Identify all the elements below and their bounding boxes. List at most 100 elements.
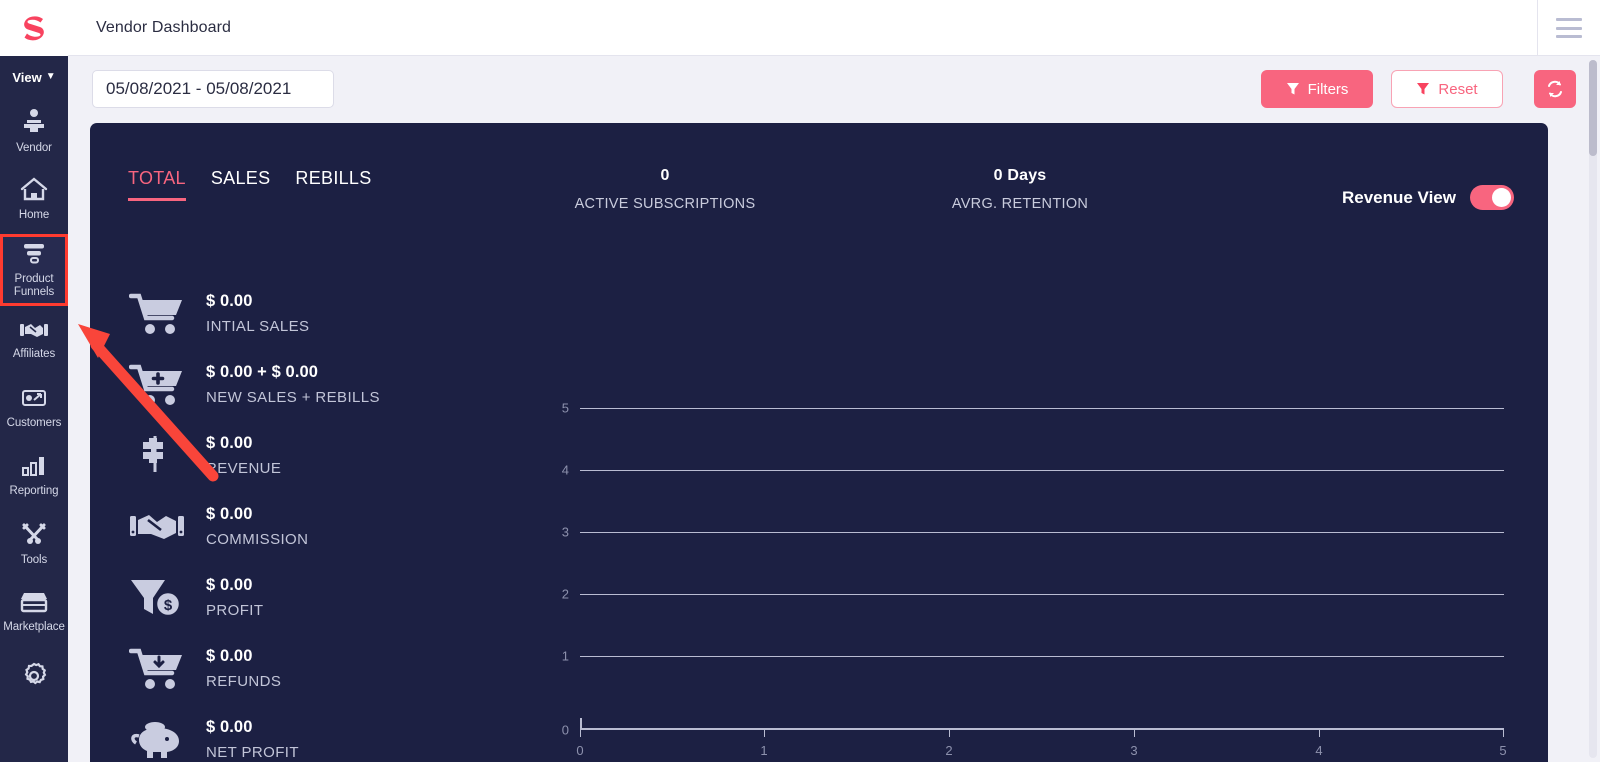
vendor-podium-icon <box>20 108 48 139</box>
dashboard-panel: TOTAL SALES REBILLS 0 ACTIVE SUBSCRIPTIO… <box>90 123 1548 762</box>
scrollbar-thumb[interactable] <box>1589 60 1597 156</box>
sidebar: View ▼ Vendor Home Product Funnels Affil… <box>0 0 68 762</box>
sidebar-item-label: Affiliates <box>12 347 56 360</box>
cart-plus-icon <box>126 363 188 407</box>
sidebar-item-vendor[interactable]: Vendor <box>0 98 68 166</box>
gridline: 2 <box>562 587 1504 602</box>
sidebar-item-product-funnels[interactable]: Product Funnels <box>0 234 68 307</box>
metric-new-sales-rebills: $ 0.00 + $ 0.00 NEW SALES + REBILLS <box>126 349 526 420</box>
sidebar-item-affiliates[interactable]: Affiliates <box>0 306 68 374</box>
vertical-scrollbar[interactable] <box>1589 60 1597 758</box>
brand-logo[interactable] <box>0 0 68 56</box>
metric-value: $ 0.00 <box>206 434 253 452</box>
refresh-button[interactable] <box>1534 70 1576 108</box>
sidebar-item-label: Vendor <box>16 142 52 155</box>
chart-plot-area: 5 4 3 2 1 0 0 1 2 3 4 5 <box>562 401 1507 759</box>
kpi-value: 0 <box>660 167 670 184</box>
hamburger-line <box>1556 35 1582 38</box>
y-axis-tick: 2 <box>561 586 569 602</box>
metric-label: NET PROFIT <box>206 744 299 761</box>
x-tick-mark <box>764 730 765 737</box>
kpi-value: 0 Days <box>993 167 1047 184</box>
filter-toolbar: Filters Reset <box>68 56 1600 123</box>
metric-label: INTIAL SALES <box>206 318 310 335</box>
handshake-affiliates-icon <box>19 320 49 345</box>
cart-download-refund-icon <box>126 647 188 691</box>
tools-wrench-icon <box>20 522 48 551</box>
filters-button-label: Filters <box>1307 80 1349 98</box>
metric-revenue: $ 0.00 REVENUE <box>126 420 526 491</box>
marketplace-storefront-icon <box>19 591 49 618</box>
sidebar-item-settings[interactable] <box>0 646 68 714</box>
revenue-chart: 5 4 3 2 1 0 0 1 2 3 4 5 <box>508 338 1528 762</box>
reset-button-label: Reset <box>1438 80 1478 98</box>
divider <box>1537 0 1538 56</box>
top-bar: Vendor Dashboard <box>68 0 1600 56</box>
metric-refunds: $ 0.00 REFUNDS <box>126 633 526 704</box>
funnel-filter-icon <box>1417 83 1430 95</box>
sidebar-item-marketplace[interactable]: Marketplace <box>0 578 68 646</box>
tab-total[interactable]: TOTAL <box>128 168 186 201</box>
metric-initial-sales: $ 0.00 INTIAL SALES <box>126 278 526 349</box>
x-tick-mark <box>1503 730 1504 737</box>
refresh-sync-icon <box>1548 80 1562 98</box>
revenue-view-toggle-group: Revenue View <box>1342 185 1514 210</box>
x-axis-tick: 5 <box>1499 743 1507 758</box>
sidebar-item-home[interactable]: Home <box>0 166 68 234</box>
metric-label: REVENUE <box>206 460 282 477</box>
x-tick-mark <box>1134 730 1135 737</box>
customers-icon <box>20 387 48 414</box>
panel-tabs: TOTAL SALES REBILLS <box>128 168 372 201</box>
metric-net-profit: $ 0.00 NET PROFIT <box>126 704 526 762</box>
metric-value: $ 0.00 <box>206 647 253 665</box>
kpi-average-retention: 0 Days AVRG. RETENTION <box>905 167 1135 212</box>
revenue-view-toggle[interactable] <box>1470 185 1514 210</box>
y-axis-tick: 5 <box>561 400 569 416</box>
metric-label: COMMISSION <box>206 531 309 548</box>
metrics-list: $ 0.00 INTIAL SALES $ 0.00 + $ 0.00 NEW … <box>126 278 526 762</box>
y-axis-tick: 1 <box>561 648 569 664</box>
tab-sales[interactable]: SALES <box>211 168 271 201</box>
x-tick-mark <box>580 730 581 737</box>
metric-label: NEW SALES + REBILLS <box>206 389 380 406</box>
kpi-active-subscriptions: 0 ACTIVE SUBSCRIPTIONS <box>550 167 780 212</box>
sidebar-item-label: Reporting <box>9 484 59 497</box>
sidebar-item-label: Product Funnels <box>13 273 55 299</box>
tab-rebills[interactable]: REBILLS <box>295 168 371 201</box>
y-axis-tick: 3 <box>561 524 569 540</box>
gridline: 4 <box>562 463 1504 478</box>
shopping-cart-icon <box>126 292 188 336</box>
x-axis-line <box>580 728 1504 730</box>
metric-value: $ 0.00 <box>206 576 253 594</box>
sidebar-view-label: View <box>12 69 42 85</box>
sidebar-item-customers[interactable]: Customers <box>0 374 68 442</box>
svg-text:$: $ <box>164 597 173 614</box>
y-axis-tick: 4 <box>561 462 569 478</box>
hamburger-menu-icon[interactable] <box>1556 18 1582 38</box>
reset-button[interactable]: Reset <box>1391 70 1503 108</box>
gridline: 1 <box>562 649 1504 664</box>
sidebar-item-label: Tools <box>20 553 48 566</box>
funnel-logo-icon <box>24 16 44 41</box>
gear-settings-icon <box>19 661 49 696</box>
metric-profit: $ $ 0.00 PROFIT <box>126 562 526 633</box>
funnel-filter-icon <box>1286 83 1299 95</box>
vendor-dashboard-screen: View ▼ Vendor Home Product Funnels Affil… <box>0 0 1600 762</box>
hamburger-line <box>1556 18 1582 21</box>
x-axis-tick: 3 <box>1130 743 1138 758</box>
funnel-dollar-profit-icon: $ <box>126 576 188 620</box>
x-axis-tick: 2 <box>945 743 953 758</box>
y-axis-cap <box>580 718 582 730</box>
sidebar-item-tools[interactable]: Tools <box>0 510 68 578</box>
metric-value: $ 0.00 <box>206 292 253 310</box>
sidebar-item-reporting[interactable]: Reporting <box>0 442 68 510</box>
metric-label: REFUNDS <box>206 673 282 690</box>
filters-button[interactable]: Filters <box>1261 70 1373 108</box>
date-range-input[interactable] <box>92 70 334 108</box>
revenue-view-label: Revenue View <box>1341 187 1456 207</box>
content-area: Filters Reset TOTAL SALE <box>68 56 1600 762</box>
piggy-bank-icon <box>126 720 188 760</box>
sidebar-view-dropdown[interactable]: View ▼ <box>0 56 68 98</box>
handshake-commission-icon <box>126 510 188 544</box>
metric-value: $ 0.00 <box>206 718 253 736</box>
